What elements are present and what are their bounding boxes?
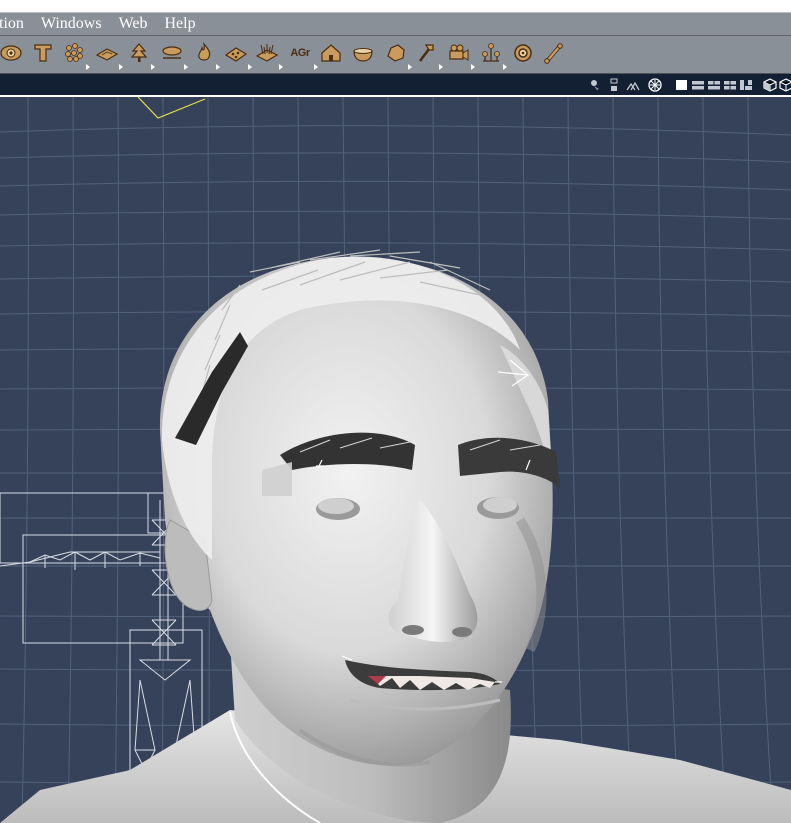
plane-icon[interactable]	[96, 42, 123, 70]
terrain-icon[interactable]	[225, 42, 252, 70]
rock-icon[interactable]	[385, 42, 412, 70]
agr-label: AGr	[290, 47, 310, 59]
bone-icon[interactable]	[543, 42, 565, 64]
layout-four-icon[interactable]	[723, 78, 737, 92]
layout-single-icon[interactable]	[675, 78, 689, 92]
target-icon[interactable]	[512, 42, 534, 64]
camera-wireframe	[137, 97, 206, 119]
bowl-icon[interactable]	[352, 42, 374, 64]
text-tool-icon[interactable]	[32, 42, 54, 64]
agr-icon[interactable]: AGr	[287, 42, 318, 70]
display-style-icon[interactable]	[607, 78, 621, 92]
hammer-icon[interactable]	[416, 42, 443, 70]
figure-display-icon[interactable]	[626, 78, 640, 92]
light-icon[interactable]	[588, 78, 602, 92]
house-icon[interactable]	[320, 42, 342, 64]
menu-help[interactable]: Help	[165, 15, 196, 33]
particle-icon[interactable]	[63, 42, 90, 70]
create-toolbar: AGr	[0, 36, 791, 74]
menu-animation[interactable]: tion	[0, 15, 24, 33]
layout-two-icon[interactable]	[691, 78, 705, 92]
tree-icon[interactable]	[128, 42, 155, 70]
menu-web[interactable]: Web	[119, 15, 148, 33]
figure-group-icon[interactable]	[480, 42, 507, 70]
eye-icon[interactable]	[0, 42, 22, 64]
document-viewport[interactable]	[0, 97, 791, 823]
scene-render	[0, 97, 791, 823]
layout-alt-icon[interactable]	[739, 78, 753, 92]
cube-wire-icon[interactable]	[779, 78, 791, 92]
fire-icon[interactable]	[193, 42, 220, 70]
layout-three-icon[interactable]	[707, 78, 721, 92]
camera-icon[interactable]	[448, 42, 475, 70]
cube-shade-icon[interactable]	[763, 78, 777, 92]
cloud-icon[interactable]	[161, 42, 188, 70]
menu-windows[interactable]: Windows	[41, 15, 102, 33]
render-icon[interactable]	[648, 78, 662, 92]
grass-icon[interactable]	[256, 42, 283, 70]
menu-bar: tion Windows Web Help	[0, 12, 791, 36]
viewport-control-bar	[0, 74, 791, 97]
